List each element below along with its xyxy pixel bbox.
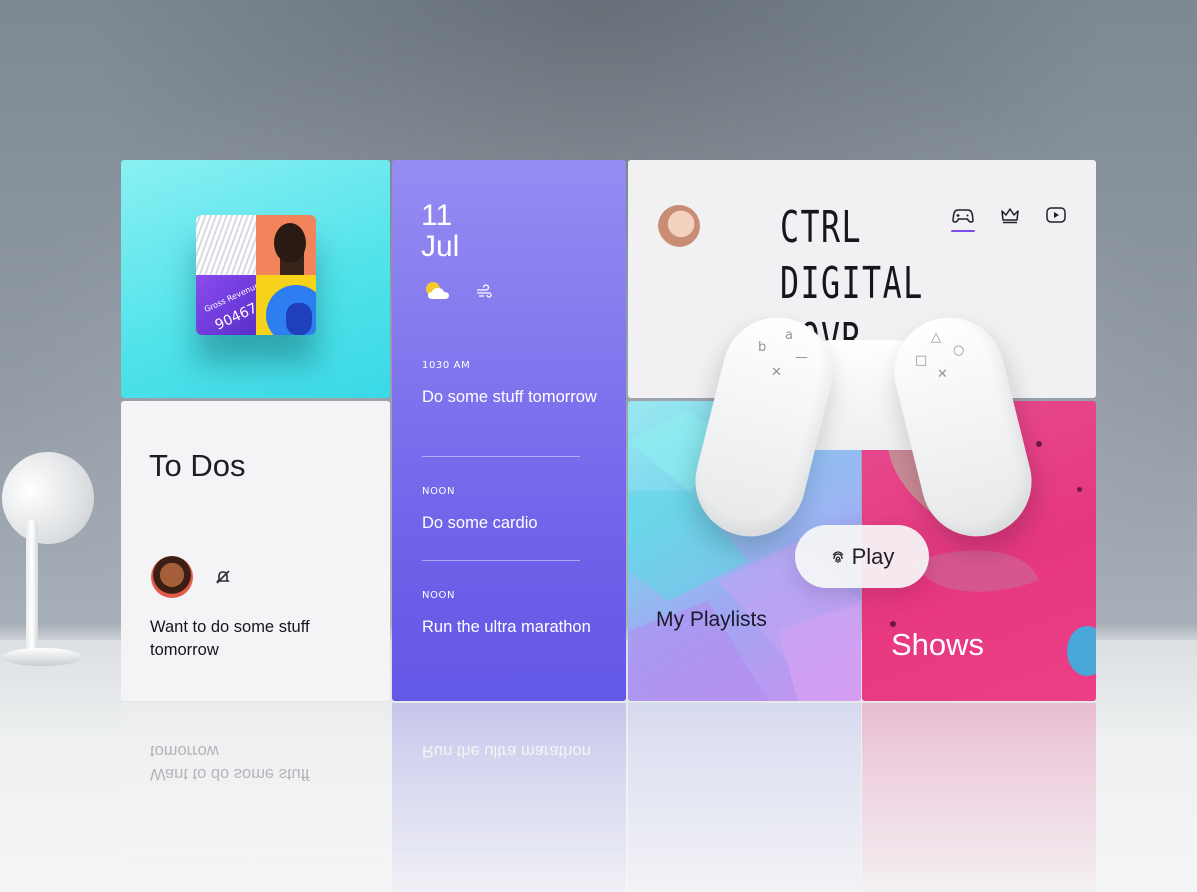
- album-quadrant-revenue: Gross Revenue 90467: [196, 275, 261, 335]
- event-title[interactable]: Do some stuff tomorrow: [422, 386, 602, 408]
- reflection-shows: [862, 703, 1096, 892]
- album-art-tile[interactable]: Gross Revenue 90467: [121, 160, 390, 398]
- notification-off-icon[interactable]: [213, 567, 233, 587]
- playlists-label: My Playlists: [656, 608, 767, 631]
- calendar-tile[interactable]: 11 Jul 1030 AM Do some stuff tomorrow NO…: [392, 160, 626, 701]
- todo-item-text: Want to do some stuff tomorrow: [150, 618, 310, 659]
- divider: [422, 560, 580, 561]
- triangle-button-icon: △: [931, 330, 941, 345]
- crown-icon[interactable]: [999, 204, 1021, 226]
- gamepad-icon[interactable]: [952, 204, 974, 226]
- album-quadrant-architecture: [196, 215, 256, 275]
- brand-title-line: DIGITAL: [780, 258, 924, 309]
- reflection-calendar: [392, 703, 626, 892]
- avatar[interactable]: [658, 205, 700, 247]
- calendar-date: 11 Jul: [421, 200, 459, 262]
- brand-title-line: CTRL: [780, 202, 863, 253]
- circle-button-icon: ○: [953, 343, 965, 358]
- event-time: 1030 AM: [422, 360, 471, 371]
- play-button-label: Play: [851, 543, 895, 569]
- game-controller: b a — ✕ △ ○ □ ✕: [683, 305, 1044, 549]
- todos-tile[interactable]: To Dos Want to do some stuff tomorrow: [121, 401, 390, 701]
- button-line-icon: —: [795, 350, 808, 365]
- avatar[interactable]: [151, 556, 193, 598]
- reflection-event-title: Run the ultra marathon: [422, 742, 591, 760]
- cross-button-icon: ✕: [937, 367, 948, 382]
- wind-icon: [477, 284, 492, 298]
- lamp-stem: [26, 520, 38, 650]
- reflection-todo-text: Want to do some stuff tomorrow: [150, 742, 310, 783]
- calendar-month: Jul: [421, 230, 460, 263]
- event-title[interactable]: Run the ultra marathon: [422, 616, 602, 638]
- square-button-icon: □: [915, 353, 928, 368]
- event-title[interactable]: Do some cardio: [422, 512, 602, 534]
- button-b-icon: b: [758, 340, 767, 355]
- reflection-playlists: [628, 703, 861, 892]
- button-cross-icon: ✕: [771, 365, 782, 380]
- album-cover[interactable]: Gross Revenue 90467: [196, 215, 316, 335]
- calendar-day-number: 11: [421, 199, 453, 232]
- floor-reflection: Want to do some stuff tomorrow Run the u…: [121, 703, 1096, 892]
- todos-title: To Dos: [149, 448, 246, 483]
- album-quadrant-portrait: [256, 215, 316, 275]
- blue-shape: [1067, 626, 1096, 676]
- fingerprint-icon: [832, 550, 844, 563]
- divider: [422, 456, 580, 457]
- nav-active-indicator: [951, 230, 975, 232]
- event-time: NOON: [422, 486, 456, 497]
- play-button[interactable]: Play: [795, 525, 929, 588]
- button-a-icon: a: [785, 328, 793, 343]
- partly-cloudy-icon: [426, 282, 449, 299]
- lamp-base: [2, 648, 82, 666]
- event-time: NOON: [422, 590, 456, 601]
- video-play-icon[interactable]: [1045, 204, 1067, 226]
- reflection-todos: [121, 703, 390, 892]
- album-quadrant-abstract: [256, 275, 316, 335]
- shows-label: Shows: [891, 627, 985, 662]
